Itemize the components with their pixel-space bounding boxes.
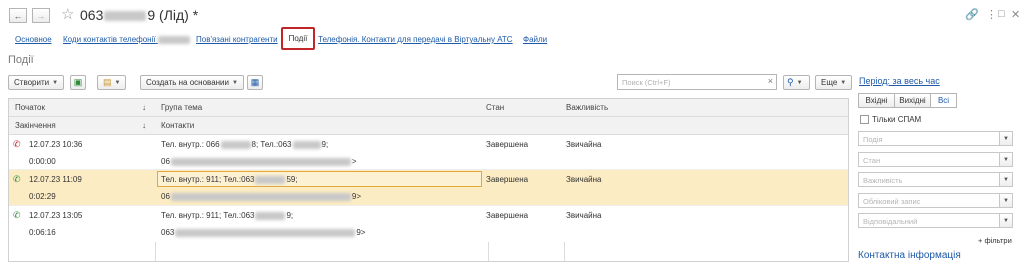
sort-down-icon: ↓: [142, 121, 146, 130]
filter-account-placeholder: Обліковий запис: [863, 197, 921, 206]
chevron-down-icon: ▼: [114, 79, 121, 86]
search-button[interactable]: ⚲ ▼: [783, 75, 810, 90]
event-topic: Тел. внутр.: 911; Тел.:063 9;: [161, 211, 294, 220]
close-icon[interactable]: ✕: [1011, 8, 1020, 21]
filter-event-placeholder: Подія: [863, 135, 883, 144]
tab-events[interactable]: Події: [281, 27, 315, 50]
more-vert-icon[interactable]: ⋮: [986, 8, 997, 21]
event-start: 12.07.23 10:36: [29, 140, 83, 149]
back-button[interactable]: ←: [9, 8, 27, 23]
arrow-left-icon: ←: [13, 10, 23, 21]
tab-main[interactable]: Основное: [15, 35, 52, 44]
incoming-call-icon: ✆: [13, 174, 21, 184]
create-based-label: Создать на основании: [146, 78, 229, 87]
more-label: Еще: [821, 78, 838, 87]
filter-state-placeholder: Стан: [863, 156, 881, 165]
spam-only-label: Тільки СПАМ: [872, 115, 922, 124]
chevron-down-icon: ▼: [232, 79, 238, 86]
arrow-right-icon: →: [36, 10, 46, 21]
favorite-star-icon[interactable]: ☆: [61, 5, 74, 23]
more-button[interactable]: Еще ▼: [815, 75, 853, 90]
chevron-down-icon[interactable]: ▼: [999, 214, 1012, 227]
event-start: 12.07.23 13:05: [29, 211, 83, 220]
missed-call-icon: ✆: [13, 139, 21, 149]
event-duration: 0:06:16: [29, 228, 56, 237]
chevron-down-icon[interactable]: ▼: [999, 173, 1012, 186]
tab-telephony-contacts[interactable]: Телефонія. Контакти для передачі в Вірту…: [318, 35, 513, 44]
event-importance: Звичайна: [566, 140, 602, 149]
spam-only-checkbox[interactable]: [860, 115, 869, 124]
more-filters-link[interactable]: + фільтри: [978, 236, 1012, 245]
filter-event[interactable]: Подія ▼: [858, 131, 1013, 146]
event-state: Завершена: [486, 140, 529, 149]
filter-account[interactable]: Обліковий запис ▼: [858, 193, 1013, 208]
table-row[interactable]: ✆ 12.07.23 10:36 0:00:00 Тел. внутр.: 06…: [9, 135, 848, 170]
period-link[interactable]: Період: за весь час: [859, 76, 940, 86]
segment-all[interactable]: Всі: [930, 93, 957, 108]
search-placeholder: Поиск (Ctrl+F): [622, 78, 671, 87]
link-icon[interactable]: 🔗: [965, 8, 979, 21]
filter-importance-placeholder: Важливість: [863, 176, 903, 185]
event-duration: 0:00:00: [29, 157, 56, 166]
document-icon: ▤: [103, 77, 112, 87]
table-header-row-1: Початок ↓ Група тема Стан Важливість: [9, 99, 848, 117]
chevron-down-icon[interactable]: ▼: [999, 153, 1012, 166]
event-state: Завершена: [486, 211, 529, 220]
report-icon: ▦: [250, 77, 260, 87]
event-state: Завершена: [486, 175, 529, 184]
event-importance: Звичайна: [566, 211, 602, 220]
clear-icon[interactable]: ×: [768, 76, 773, 86]
create-based-on-button[interactable]: Создать на основании ▼: [140, 75, 244, 90]
table-row[interactable]: ✆ 12.07.23 13:05 0:06:16 Тел. внутр.: 91…: [9, 206, 848, 242]
tab-phone-codes[interactable]: Коди контактів телефонії: [63, 35, 190, 44]
column-header-end[interactable]: Закінчення: [15, 121, 56, 130]
column-header-state[interactable]: Стан: [486, 103, 504, 112]
create-label: Створити: [14, 78, 50, 87]
search-input[interactable]: Поиск (Ctrl+F) ×: [617, 74, 777, 90]
contact-info-section[interactable]: Контактна інформація: [858, 250, 961, 261]
filter-responsible[interactable]: Відповідальний ▼: [858, 213, 1013, 228]
event-contact: 063 9>: [161, 228, 366, 237]
filter-importance[interactable]: Важливість ▼: [858, 172, 1013, 187]
event-contact: 06 9>: [161, 192, 362, 201]
copy-icon: ▣: [73, 77, 83, 87]
event-contact: 06 >: [161, 157, 357, 166]
search-icon: ⚲: [787, 77, 794, 87]
tab-events-label: Події: [288, 34, 308, 43]
table-header-row-2: Закінчення ↓ Контакти: [9, 117, 848, 135]
tab-files[interactable]: Файли: [523, 35, 547, 44]
chevron-down-icon[interactable]: ▼: [999, 194, 1012, 207]
event-topic: Тел. внутр.: 066 8; Тел.:063 9;: [161, 140, 329, 149]
chevron-down-icon: ▼: [52, 79, 59, 86]
filter-state[interactable]: Стан ▼: [858, 152, 1013, 167]
sort-down-icon: ↓: [142, 103, 146, 112]
incoming-call-icon: ✆: [13, 210, 21, 220]
window-title: 063 9 (Лід) *: [80, 7, 199, 23]
event-topic: Тел. внутр.: 911; Тел.:063 59;: [161, 175, 298, 184]
column-header-importance[interactable]: Важливість: [566, 103, 608, 112]
event-duration: 0:02:29: [29, 192, 56, 201]
forward-button[interactable]: →: [32, 8, 50, 23]
copy-button[interactable]: ▣: [70, 75, 86, 90]
column-header-contacts[interactable]: Контакти: [161, 121, 194, 130]
column-header-start[interactable]: Початок: [15, 103, 45, 112]
create-button[interactable]: Створити ▼: [8, 75, 65, 90]
section-title: Події: [8, 54, 34, 66]
segment-incoming[interactable]: Вхідні: [858, 93, 895, 108]
segment-outgoing[interactable]: Вихідні: [894, 93, 931, 108]
events-table: Початок ↓ Група тема Стан Важливість Зак…: [8, 98, 849, 262]
event-importance: Звичайна: [566, 175, 602, 184]
report-button[interactable]: ▦: [247, 75, 263, 90]
chevron-down-icon: ▼: [796, 79, 803, 86]
tab-related-counterparties[interactable]: Пов'язані контрагенти: [196, 35, 278, 44]
chevron-down-icon: ▼: [840, 79, 847, 86]
chevron-down-icon[interactable]: ▼: [999, 132, 1012, 145]
group-actions-button[interactable]: ▤ ▼: [97, 75, 127, 90]
maximize-icon[interactable]: □: [998, 8, 1005, 20]
table-row[interactable]: ✆ 12.07.23 11:09 0:02:29 Тел. внутр.: 91…: [9, 170, 848, 206]
filter-responsible-placeholder: Відповідальний: [863, 217, 918, 226]
event-start: 12.07.23 11:09: [29, 175, 82, 184]
column-header-group[interactable]: Група тема: [161, 103, 202, 112]
